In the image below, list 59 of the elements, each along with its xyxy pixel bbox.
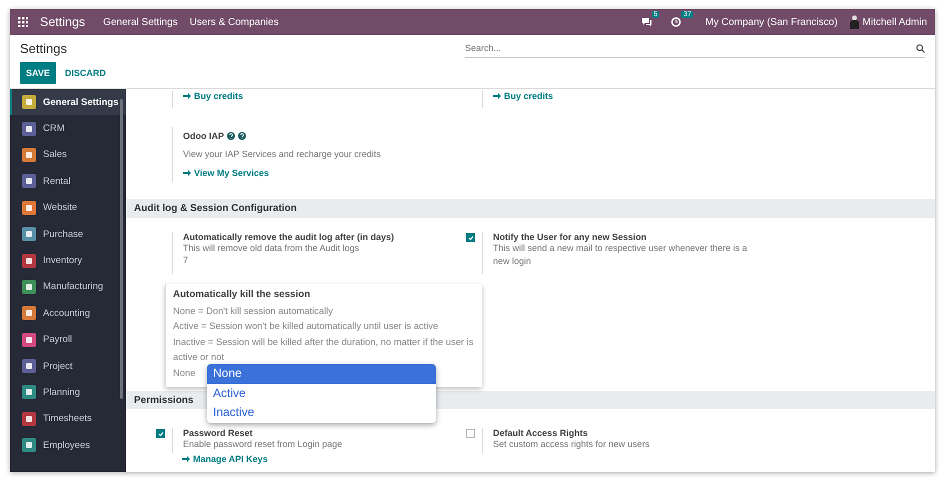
setting-description: Enable password reset from Login page	[183, 438, 344, 451]
setting-description: Active = Session won't be killed automatically until user is active	[173, 319, 440, 333]
setting-description: None = Don't kill session automatically	[173, 304, 334, 318]
checkbox[interactable]	[466, 429, 475, 438]
setting-title: Notify the User for any new Session	[493, 232, 648, 242]
save-button[interactable]: SAVE	[20, 62, 56, 84]
arrow-icon	[182, 455, 190, 463]
company-name[interactable]: My Company (San Francisco)	[705, 16, 838, 28]
menu-item[interactable]: Users & Companies	[190, 16, 279, 28]
setting-title: Default Access Rights	[493, 428, 589, 438]
setting-value[interactable]: 7	[183, 255, 466, 265]
sidebar-item[interactable]: Payroll	[10, 326, 126, 353]
sidebar-item[interactable]: Rental	[10, 168, 126, 195]
sidebar-item[interactable]: Accounting	[10, 300, 126, 327]
checkbox[interactable]	[466, 233, 475, 242]
setting-description: Set custom access rights for new users	[493, 438, 651, 451]
setting-title: Password Reset	[183, 428, 254, 438]
arrow-icon	[493, 92, 501, 100]
sidebar-item[interactable]: Inventory	[10, 247, 126, 274]
scrollbar[interactable]	[120, 99, 123, 399]
setting-title: Automatically kill the session	[173, 288, 312, 302]
section-header: Audit log & Session Configuration	[126, 199, 935, 218]
select-value[interactable]: None	[173, 364, 196, 380]
sidebar-item[interactable]: Timesheets	[10, 406, 126, 432]
sidebar-item[interactable]: Planning	[10, 379, 126, 406]
setting-description: This will remove old data from the Audit logs	[183, 242, 360, 255]
buy-credits-link[interactable]: Buy credits	[493, 91, 776, 101]
arrow-icon	[183, 168, 191, 177]
help-icon[interactable]	[238, 132, 246, 140]
dropdown-option[interactable]: None	[207, 364, 436, 384]
arrow-icon	[183, 92, 191, 100]
discard-button[interactable]: DISCARD	[62, 62, 108, 84]
checkbox[interactable]	[156, 429, 165, 438]
help-icon[interactable]	[227, 132, 235, 140]
setting-title: Odoo IAP	[183, 131, 224, 142]
setting-description: This will send a new mail to respective user whenever there is a new login	[493, 242, 748, 268]
menu-item[interactable]: General Settings	[103, 16, 178, 28]
user-name[interactable]: Mitchell Admin	[862, 16, 927, 28]
sidebar-item[interactable]: Employees	[10, 432, 126, 458]
api-keys-link[interactable]: Manage API Keys	[182, 453, 935, 465]
setting-description: View your IAP Services and recharge your credits	[183, 149, 382, 160]
sidebar-item[interactable]: CRM	[10, 115, 126, 142]
sidebar-item[interactable]: General Settings	[10, 89, 126, 116]
setting-description: Inactive = Session will be killed after the duration, no matter if the user is active or not	[173, 334, 474, 364]
page-title: Settings	[20, 41, 68, 56]
sidebar-item[interactable]: Sales	[10, 142, 126, 168]
sidebar-item[interactable]: Purchase	[10, 220, 126, 248]
clock-icon[interactable]	[671, 17, 682, 27]
sidebar-item[interactable]: Project	[10, 352, 126, 380]
avatar-icon[interactable]	[850, 15, 859, 29]
setting-title: Automatically remove the audit log after (in days)	[183, 232, 396, 242]
search-icon[interactable]	[916, 44, 925, 52]
app-grid-icon[interactable]	[18, 17, 28, 27]
chat-icon[interactable]	[640, 17, 652, 27]
app-title[interactable]: Settings	[40, 15, 86, 29]
services-link[interactable]: View My Services	[183, 168, 935, 178]
sidebar-item[interactable]: Manufacturing	[10, 274, 126, 300]
sidebar-item[interactable]: Website	[10, 194, 126, 221]
buy-credits-link[interactable]: Buy credits	[183, 91, 466, 101]
